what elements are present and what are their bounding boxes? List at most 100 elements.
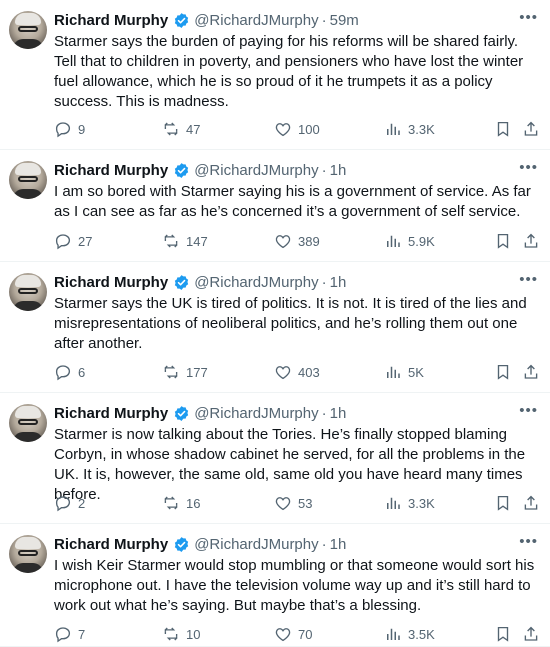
bookmark-button[interactable] <box>494 623 512 645</box>
tweet[interactable]: Richard Murphy @RichardJMurphy · 1h ••• … <box>0 150 550 262</box>
repost-count: 16 <box>186 495 201 511</box>
verified-badge-icon <box>173 12 190 29</box>
bookmark-button[interactable] <box>494 492 512 514</box>
views-button[interactable]: 3.3K <box>384 118 435 140</box>
tweet-actions: 27 147 389 5.9K <box>54 230 542 252</box>
reply-button[interactable]: 2 <box>54 492 85 514</box>
separator-dot: · <box>321 273 327 291</box>
timestamp[interactable]: 1h <box>330 536 347 553</box>
author-name[interactable]: Richard Murphy <box>54 536 168 553</box>
separator-dot: · <box>321 11 327 29</box>
avatar[interactable] <box>9 161 47 199</box>
reply-icon <box>54 494 72 512</box>
repost-count: 177 <box>186 364 208 380</box>
like-count: 403 <box>298 364 320 380</box>
timestamp[interactable]: 59m <box>330 12 359 29</box>
more-icon[interactable]: ••• <box>519 533 538 550</box>
repost-icon <box>162 363 180 381</box>
author-handle[interactable]: @RichardJMurphy <box>194 162 318 179</box>
like-button[interactable]: 403 <box>274 361 320 383</box>
share-icon <box>522 363 540 381</box>
bookmark-button[interactable] <box>494 118 512 140</box>
author-handle[interactable]: @RichardJMurphy <box>194 405 318 422</box>
share-button[interactable] <box>522 492 540 514</box>
timestamp[interactable]: 1h <box>330 405 347 422</box>
views-button[interactable]: 5.9K <box>384 230 435 252</box>
author-name[interactable]: Richard Murphy <box>54 12 168 29</box>
more-icon[interactable]: ••• <box>519 159 538 176</box>
share-button[interactable] <box>522 361 540 383</box>
bookmark-icon <box>494 232 512 250</box>
timestamp[interactable]: 1h <box>330 274 347 291</box>
bookmark-icon <box>494 494 512 512</box>
timestamp[interactable]: 1h <box>330 162 347 179</box>
verified-badge-icon <box>173 274 190 291</box>
tweet-header: Richard Murphy @RichardJMurphy · 1h <box>54 272 346 292</box>
share-button[interactable] <box>522 230 540 252</box>
like-icon <box>274 232 292 250</box>
verified-badge-icon <box>173 162 190 179</box>
author-handle[interactable]: @RichardJMurphy <box>194 12 318 29</box>
author-handle[interactable]: @RichardJMurphy <box>194 536 318 553</box>
views-icon <box>384 120 402 138</box>
tweet-header: Richard Murphy @RichardJMurphy · 1h <box>54 160 346 180</box>
avatar[interactable] <box>9 404 47 442</box>
author-name[interactable]: Richard Murphy <box>54 405 168 422</box>
avatar[interactable] <box>9 273 47 311</box>
reply-count: 6 <box>78 364 86 380</box>
repost-button[interactable]: 177 <box>162 361 208 383</box>
tweet[interactable]: Richard Murphy @RichardJMurphy · 1h ••• … <box>0 393 550 524</box>
repost-button[interactable]: 147 <box>162 230 208 252</box>
reply-icon <box>54 625 72 643</box>
tweet[interactable]: Richard Murphy @RichardJMurphy · 1h ••• … <box>0 262 550 393</box>
reply-icon <box>54 232 72 250</box>
separator-dot: · <box>321 404 327 422</box>
views-button[interactable]: 3.3K <box>384 492 435 514</box>
reply-button[interactable]: 7 <box>54 623 85 645</box>
bookmark-button[interactable] <box>494 230 512 252</box>
share-icon <box>522 494 540 512</box>
tweet[interactable]: Richard Murphy @RichardJMurphy · 1h ••• … <box>0 524 550 647</box>
bookmark-icon <box>494 120 512 138</box>
like-count: 100 <box>298 121 320 137</box>
views-button[interactable]: 5K <box>384 361 424 383</box>
tweet-actions: 2 16 53 3.3K <box>54 492 542 514</box>
share-button[interactable] <box>522 118 540 140</box>
tweet-header: Richard Murphy @RichardJMurphy · 59m <box>54 10 359 30</box>
views-count: 3.3K <box>408 495 435 511</box>
like-button[interactable]: 100 <box>274 118 320 140</box>
like-icon <box>274 494 292 512</box>
share-button[interactable] <box>522 623 540 645</box>
repost-button[interactable]: 16 <box>162 492 200 514</box>
views-button[interactable]: 3.5K <box>384 623 435 645</box>
reply-button[interactable]: 6 <box>54 361 85 383</box>
reply-count: 7 <box>78 626 86 642</box>
views-count: 3.3K <box>408 121 435 137</box>
repost-button[interactable]: 10 <box>162 623 200 645</box>
reply-button[interactable]: 27 <box>54 230 92 252</box>
tweet-text: I wish Keir Starmer would stop mumbling … <box>54 557 535 614</box>
more-icon[interactable]: ••• <box>519 9 538 26</box>
reply-button[interactable]: 9 <box>54 118 85 140</box>
verified-badge-icon <box>173 536 190 553</box>
author-name[interactable]: Richard Murphy <box>54 162 168 179</box>
author-name[interactable]: Richard Murphy <box>54 274 168 291</box>
like-icon <box>274 120 292 138</box>
more-icon[interactable]: ••• <box>519 402 538 419</box>
avatar[interactable] <box>9 535 47 573</box>
repost-count: 47 <box>186 121 201 137</box>
repost-button[interactable]: 47 <box>162 118 200 140</box>
reply-count: 2 <box>78 495 86 511</box>
like-icon <box>274 363 292 381</box>
repost-icon <box>162 120 180 138</box>
bookmark-button[interactable] <box>494 361 512 383</box>
like-count: 53 <box>298 495 313 511</box>
reply-icon <box>54 120 72 138</box>
like-button[interactable]: 389 <box>274 230 320 252</box>
avatar[interactable] <box>9 11 47 49</box>
like-button[interactable]: 70 <box>274 623 312 645</box>
more-icon[interactable]: ••• <box>519 271 538 288</box>
like-button[interactable]: 53 <box>274 492 312 514</box>
author-handle[interactable]: @RichardJMurphy <box>194 274 318 291</box>
tweet[interactable]: Richard Murphy @RichardJMurphy · 59m •••… <box>0 0 550 150</box>
